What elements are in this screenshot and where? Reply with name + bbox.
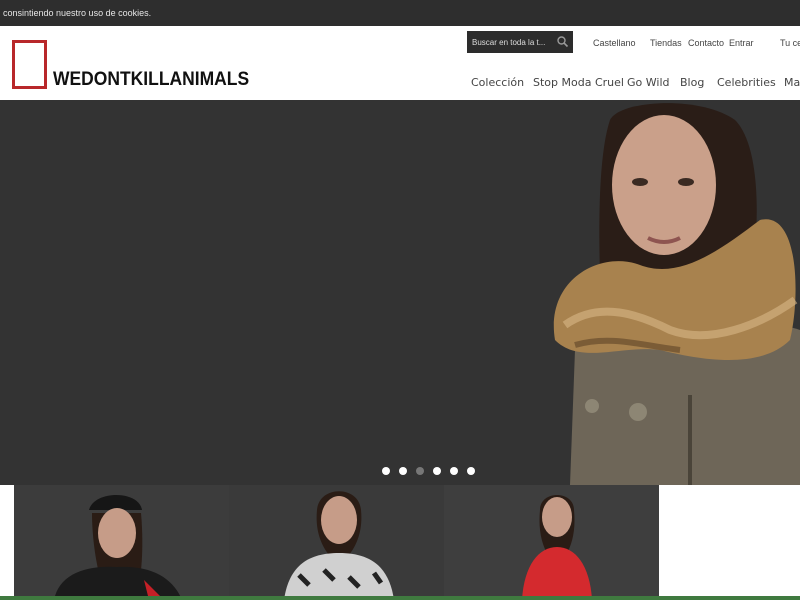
- slider-dot[interactable]: [382, 467, 390, 475]
- login-link[interactable]: Entrar: [729, 38, 754, 48]
- cookie-notice-bar: consintiendo nuestro uso de cookies.: [0, 0, 800, 26]
- slider-dot-active[interactable]: [416, 467, 424, 475]
- logo-text[interactable]: WEDONTKILLANIMALS: [53, 69, 249, 91]
- search-box: [467, 31, 573, 53]
- language-link[interactable]: Castellano: [593, 38, 636, 48]
- slider-dot[interactable]: [450, 467, 458, 475]
- search-icon: [557, 36, 569, 48]
- nav-item-stop-moda-cruel[interactable]: Stop Moda Cruel: [533, 76, 624, 89]
- search-input[interactable]: [467, 31, 555, 53]
- contact-link[interactable]: Contacto: [688, 38, 724, 48]
- bottom-strip: [0, 596, 800, 600]
- nav-item-blog[interactable]: Blog: [680, 76, 704, 89]
- product-tile-2[interactable]: [229, 485, 444, 600]
- search-button[interactable]: [555, 34, 571, 50]
- slider-dot[interactable]: [399, 467, 407, 475]
- hero-slider[interactable]: [0, 100, 800, 485]
- slider-dot[interactable]: [467, 467, 475, 475]
- product-image-1: [14, 485, 229, 600]
- nav-item-coleccion[interactable]: Colección: [471, 76, 524, 89]
- slider-dot[interactable]: [433, 467, 441, 475]
- cookie-notice-text: consintiendo nuestro uso de cookies.: [3, 8, 152, 18]
- product-tile-3[interactable]: [444, 485, 659, 600]
- nav-item-celebrities[interactable]: Celebrities: [717, 76, 776, 89]
- site-header: WEDONTKILLANIMALS Castellano Tiendas Con…: [0, 26, 800, 100]
- nav-item-more[interactable]: Ma: [784, 76, 800, 89]
- product-tile-1[interactable]: [14, 485, 229, 600]
- hero-model-image: [553, 103, 800, 485]
- stores-link[interactable]: Tiendas: [650, 38, 682, 48]
- product-image-2: [229, 485, 444, 600]
- product-image-3: [444, 485, 659, 600]
- cart-link[interactable]: Tu ce: [780, 38, 800, 48]
- logo-mark[interactable]: [12, 40, 47, 89]
- nav-item-go-wild[interactable]: Go Wild: [627, 76, 669, 89]
